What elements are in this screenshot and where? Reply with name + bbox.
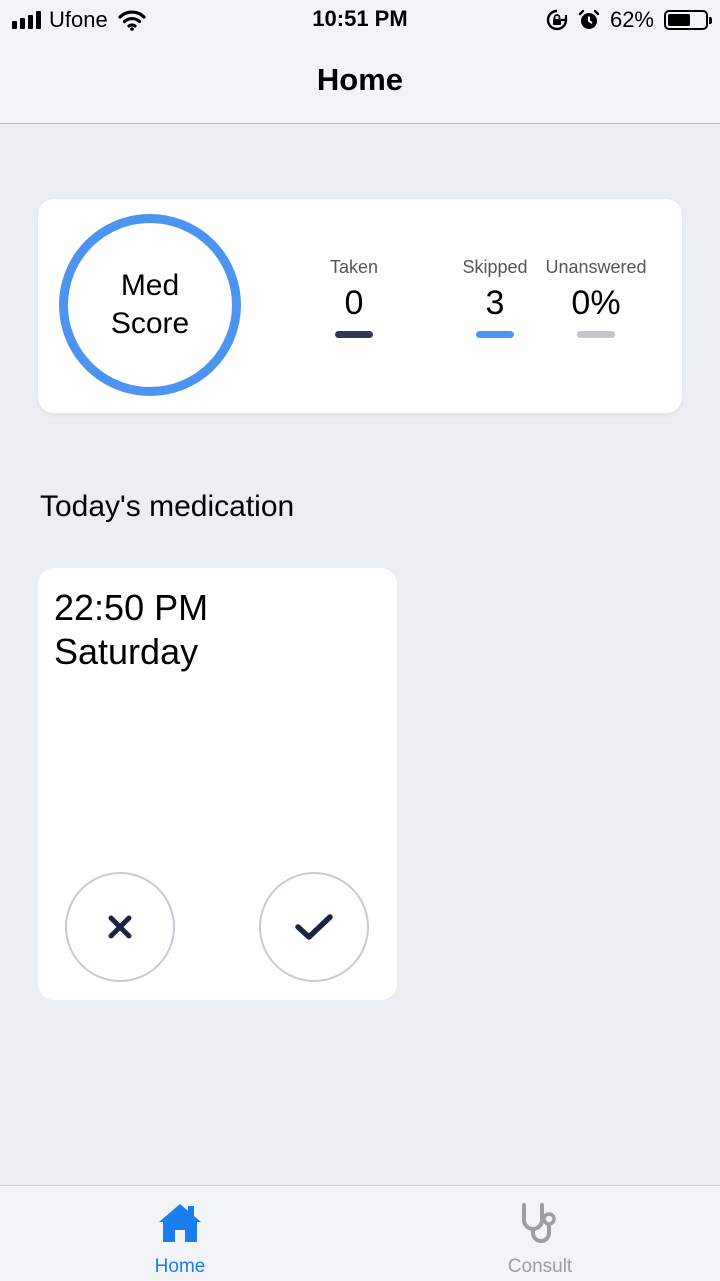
skip-medication-button[interactable]	[65, 872, 175, 982]
med-score-card: Med Score Taken 0 Skipped 3 Unanswered 0…	[38, 199, 682, 413]
tab-bar: Home Consult	[0, 1185, 720, 1281]
battery-percentage: 62%	[609, 7, 654, 32]
take-medication-button[interactable]	[259, 872, 369, 982]
stat-taken-bar	[335, 331, 373, 338]
alarm-icon	[578, 9, 600, 29]
tab-home-label: Home	[154, 1256, 206, 1277]
medication-time: 22:50 PM	[54, 587, 209, 628]
tab-consult-label: Consult	[507, 1256, 573, 1277]
status-right: 62%	[546, 6, 712, 34]
medication-card: 22:50 PM Saturday	[38, 568, 397, 1000]
battery-icon	[664, 10, 712, 30]
home-icon	[159, 1204, 201, 1242]
stat-taken-label: Taken	[329, 257, 379, 277]
stat-taken: Taken 0	[284, 257, 424, 338]
battery-fill	[668, 14, 690, 26]
stat-unanswered: Unanswered 0%	[526, 257, 666, 338]
stethoscope-icon	[522, 1203, 556, 1243]
stat-unanswered-value: 0%	[571, 284, 621, 322]
nav-bar: Home	[0, 40, 720, 124]
stat-unanswered-bar	[577, 331, 615, 338]
page-title: Home	[316, 62, 404, 97]
tab-home[interactable]: Home	[0, 1186, 360, 1281]
check-icon	[295, 914, 333, 940]
med-score-label: Med Score	[110, 269, 190, 340]
battery-cap	[709, 17, 712, 24]
close-icon	[108, 915, 132, 939]
todays-medication-heading: Today's medication	[40, 490, 295, 523]
stat-taken-value: 0	[344, 284, 364, 322]
tab-consult[interactable]: Consult	[360, 1186, 720, 1281]
status-bar: Ufone 10:51 PM 62%	[0, 0, 720, 40]
med-score-ring[interactable]: Med Score	[59, 214, 241, 396]
stat-skipped-bar	[476, 331, 514, 338]
rotation-lock-icon	[546, 9, 568, 31]
medication-day: Saturday	[54, 631, 199, 672]
stat-unanswered-label: Unanswered	[545, 257, 647, 277]
